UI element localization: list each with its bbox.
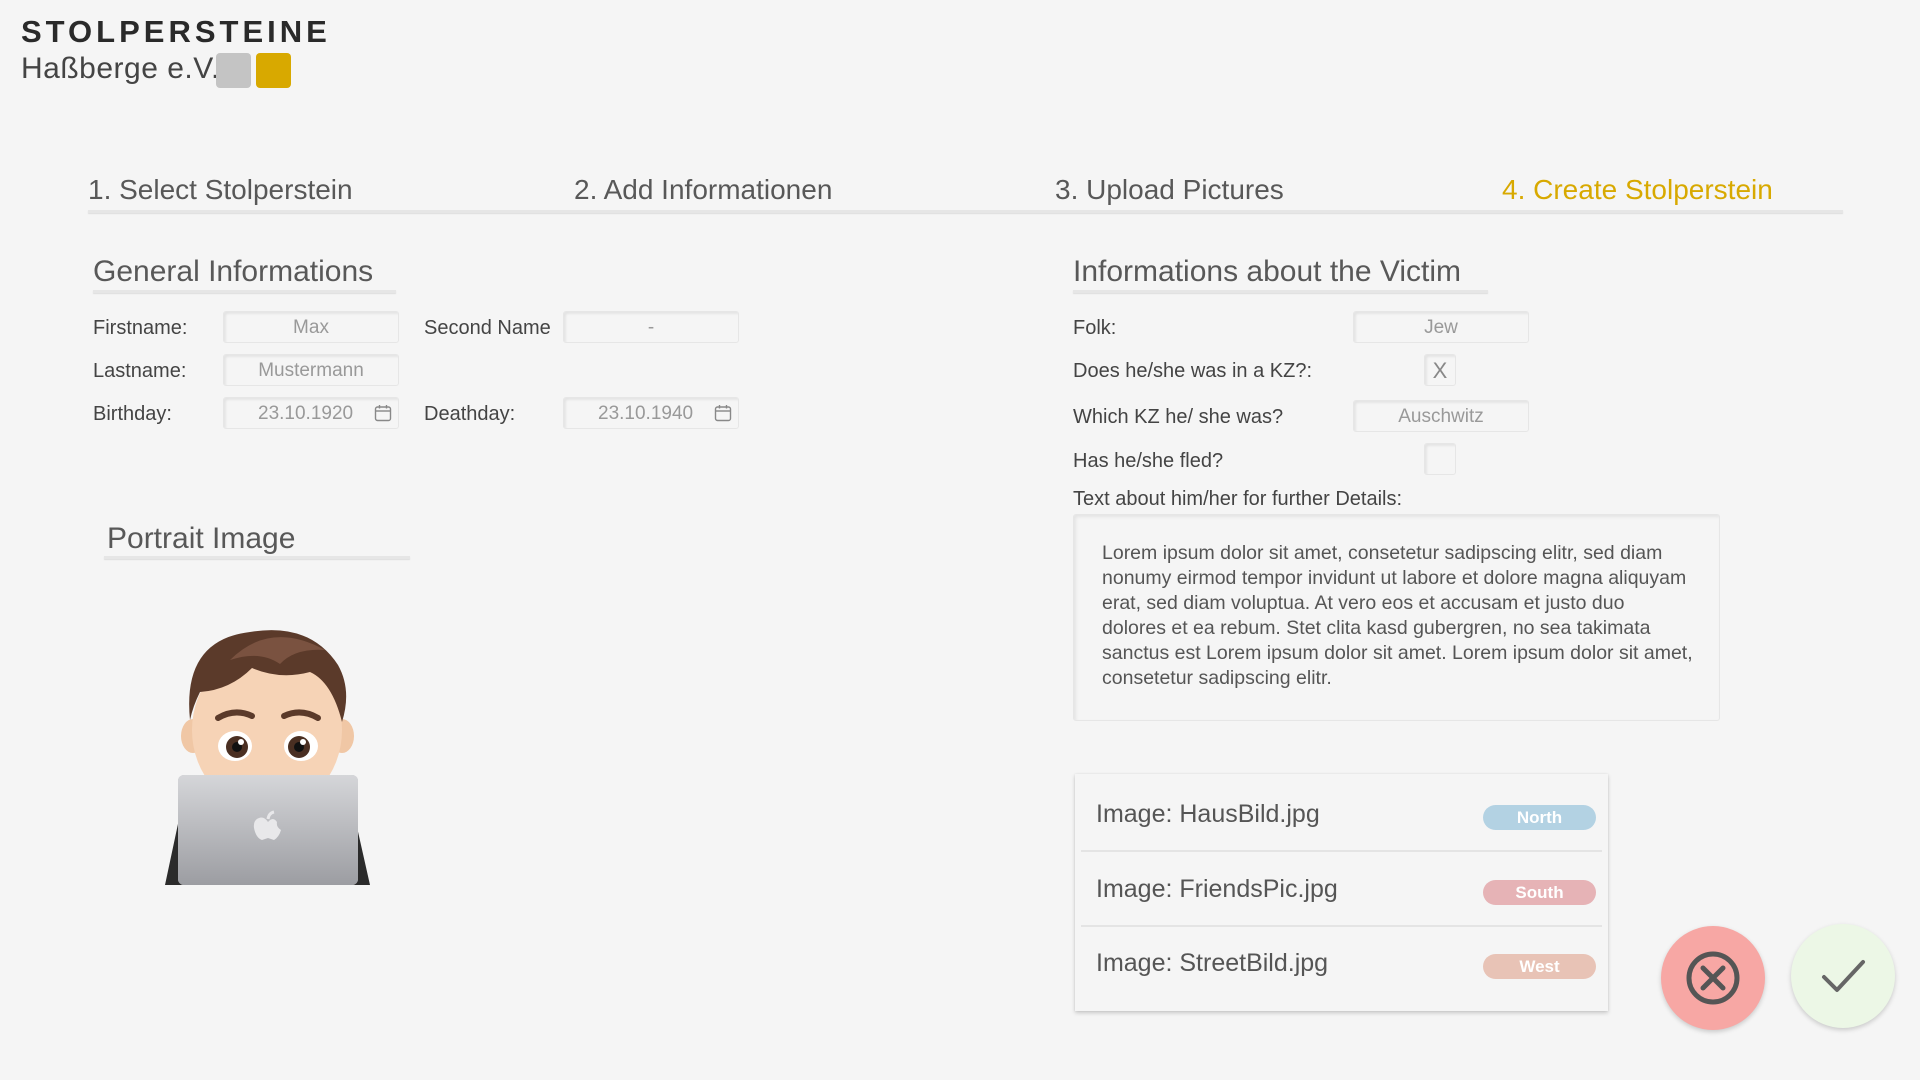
step-upload-pictures[interactable]: 3. Upload Pictures: [1055, 174, 1284, 206]
circle-x-icon: [1686, 951, 1740, 1005]
birthday-field[interactable]: 23.10.1920: [223, 397, 399, 429]
birthday-value: 23.10.1920: [258, 403, 354, 424]
birthday-label: Birthday:: [93, 403, 172, 425]
fled-checkbox[interactable]: [1424, 443, 1456, 475]
lastname-field[interactable]: Mustermann: [223, 354, 399, 386]
direction-badge-north: North: [1483, 805, 1596, 830]
details-label: Text about him/her for further Details:: [1073, 488, 1403, 510]
checkmark-icon: [1822, 960, 1865, 992]
step-add-informationen[interactable]: 2. Add Informationen: [574, 174, 832, 206]
kz-question-label: Does he/she was in a KZ?:: [1073, 360, 1313, 382]
logo-square-gold: [256, 53, 291, 88]
image-filename: Image: HausBild.jpg: [1096, 800, 1320, 828]
image-filename: Image: StreetBild.jpg: [1096, 949, 1329, 977]
list-item[interactable]: Image: HausBild.jpg North: [1075, 778, 1608, 852]
step-create-stolperstein[interactable]: 4. Create Stolperstein: [1502, 174, 1773, 206]
calendar-icon[interactable]: [714, 404, 732, 422]
folk-field[interactable]: Jew: [1353, 311, 1529, 343]
logo-square-grey: [216, 53, 251, 88]
details-textarea[interactable]: Lorem ipsum dolor sit amet, consetetur s…: [1073, 514, 1720, 721]
lastname-label: Lastname:: [93, 360, 187, 382]
image-filename: Image: FriendsPic.jpg: [1096, 875, 1338, 903]
second-name-label: Second Name: [424, 317, 551, 339]
logo-title: STOLPERSTEINE: [21, 14, 331, 49]
which-kz-label: Which KZ he/ she was?: [1073, 406, 1284, 428]
deathday-label: Deathday:: [424, 403, 516, 425]
second-name-field[interactable]: -: [563, 311, 739, 343]
list-item[interactable]: Image: FriendsPic.jpg South: [1075, 853, 1608, 927]
victim-informations-underline: [1073, 290, 1488, 293]
fled-label: Has he/she fled?: [1073, 450, 1224, 472]
victim-informations-title: Informations about the Victim: [1073, 255, 1461, 288]
deathday-value: 23.10.1940: [598, 403, 694, 424]
deathday-field[interactable]: 23.10.1940: [563, 397, 739, 429]
list-divider: [1081, 850, 1602, 852]
general-informations-underline: [93, 290, 396, 293]
direction-badge-south: South: [1483, 880, 1596, 905]
step-select-stolperstein[interactable]: 1. Select Stolperstein: [88, 174, 353, 206]
image-list: Image: HausBild.jpg North Image: Friends…: [1075, 774, 1608, 1011]
steps-divider: [88, 210, 1843, 213]
firstname-field[interactable]: Max: [223, 311, 399, 343]
general-informations-title: General Informations: [93, 255, 374, 288]
portrait-avatar-icon: [165, 630, 370, 885]
kz-checkbox[interactable]: X: [1424, 354, 1456, 386]
folk-label: Folk:: [1073, 317, 1117, 339]
portrait-image-title: Portrait Image: [107, 522, 296, 555]
calendar-icon[interactable]: [374, 404, 392, 422]
direction-badge-west: West: [1483, 954, 1596, 979]
cancel-button[interactable]: [1661, 926, 1765, 1030]
firstname-label: Firstname:: [93, 317, 188, 339]
list-item[interactable]: Image: StreetBild.jpg West: [1075, 927, 1608, 999]
logo-subtitle: Haßberge e.V.: [21, 52, 220, 85]
confirm-button[interactable]: [1791, 924, 1895, 1028]
which-kz-field[interactable]: Auschwitz: [1353, 400, 1529, 432]
portrait-image-underline: [104, 556, 410, 559]
